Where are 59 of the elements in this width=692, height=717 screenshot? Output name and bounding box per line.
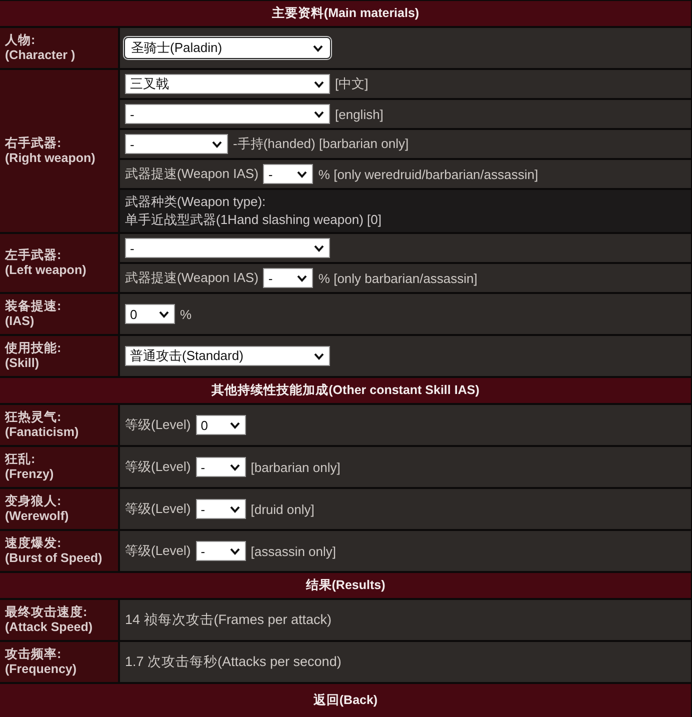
chevron-icon [230, 548, 240, 554]
dropdown[interactable]: - [125, 104, 330, 124]
chevron-icon [230, 506, 240, 512]
chevron-icon [313, 44, 323, 52]
field-label: 速度爆发: (Burst of Speed) [5, 536, 102, 566]
chevron-icon [230, 422, 240, 428]
field-text: 等级(Level) [125, 500, 191, 518]
dropdown[interactable]: - [196, 541, 246, 561]
chevron-icon [314, 352, 324, 360]
dropdown[interactable]: 三叉戟 [125, 74, 330, 94]
field-text: % [180, 306, 192, 322]
field-label: 左手武器: (Left weapon) [5, 248, 86, 278]
dropdown[interactable]: 0 [125, 304, 175, 324]
chevron-icon [159, 310, 169, 318]
field-text: 武器提速(Weapon IAS) [125, 269, 258, 287]
field-label: 最终攻击速度: (Attack Speed) [5, 605, 93, 635]
dropdown[interactable]: - [196, 457, 246, 477]
dropdown[interactable]: - [263, 164, 314, 184]
dropdown[interactable]: 0 [196, 415, 246, 435]
chevron-icon [314, 244, 324, 252]
field-label: 攻击频率: (Frequency) [5, 647, 77, 677]
result-text: 1.7 次攻击每秒(Attacks per second) [125, 653, 342, 671]
field-label: 狂乱: (Frenzy) [5, 452, 54, 482]
field-text: [assassin only] [250, 544, 336, 558]
field-label: 狂热灵气: (Fanaticism) [5, 410, 79, 440]
back-link[interactable]: 返回(Back) [313, 692, 378, 709]
field-text: 等级(Level) [125, 416, 191, 434]
dropdown[interactable]: 圣骑士(Paladin) [125, 38, 330, 58]
dropdown[interactable]: 普通攻击(Standard) [125, 346, 330, 366]
field-text: -手持(handed) [barbarian only] [233, 135, 409, 153]
field-text: 等级(Level) [125, 458, 191, 476]
section-header: 主要资料(Main materials) [0, 1, 691, 26]
field-text: [english] [335, 106, 384, 122]
dropdown[interactable]: - [125, 134, 228, 154]
field-label: 变身狼人: (Werewolf) [5, 494, 69, 524]
section-header: 其他持续性技能加成(Other constant Skill IAS) [0, 378, 691, 403]
chevron-icon [230, 464, 240, 470]
field-label: 装备提速: (IAS) [5, 299, 62, 329]
field-text: % [only barbarian/assassin] [318, 270, 478, 286]
field-label: 右手武器: (Right weapon) [5, 136, 96, 166]
dropdown[interactable]: - [263, 268, 314, 288]
field-text: [中文] [335, 75, 368, 93]
field-text: % [only weredruid/barbarian/assassin] [318, 166, 538, 182]
chevron-icon [297, 170, 308, 178]
dropdown[interactable]: - [196, 499, 246, 519]
dropdown[interactable]: - [125, 238, 330, 258]
field-label: 人物: (Character ) [5, 33, 76, 63]
result-text: 14 祯每次攻击(Frames per attack) [125, 611, 332, 629]
field-text: 武器提速(Weapon IAS) [125, 165, 258, 183]
field-text: [druid only] [250, 502, 314, 516]
field-text: 等级(Level) [125, 542, 191, 560]
chevron-icon [314, 80, 324, 88]
weapon-type-text: 武器种类(Weapon type): 单手近战型武器(1Hand slashing weapon) [0] [125, 193, 382, 229]
chevron-icon [314, 110, 324, 118]
section-header: 结果(Results) [0, 573, 691, 598]
chevron-icon [212, 140, 222, 148]
field-label: 使用技能: (Skill) [5, 341, 62, 371]
chevron-icon [297, 274, 308, 282]
field-text: [barbarian only] [250, 460, 340, 474]
